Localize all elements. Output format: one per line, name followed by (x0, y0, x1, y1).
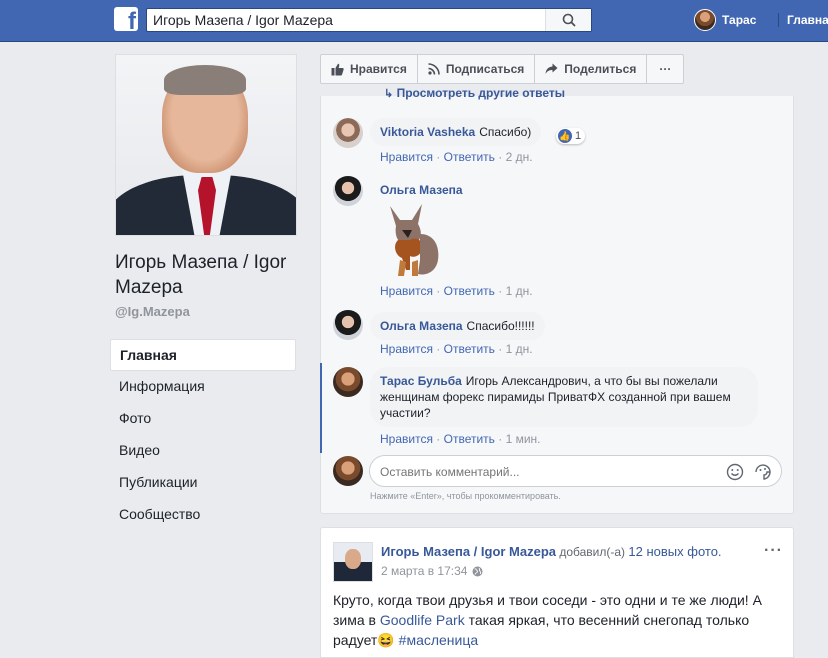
comment-reply-link[interactable]: Ответить (444, 432, 495, 446)
post-timestamp[interactable]: 2 марта в 17:34 (381, 564, 467, 578)
page-title[interactable]: Игорь Мазепа / Igor Mazepa (115, 250, 300, 300)
place-link[interactable]: Goodlife Park (380, 612, 465, 628)
menu-item-info[interactable]: Информация (110, 371, 296, 403)
post-card: Игорь Мазепа / Igor Mazepa добавил(-а) 1… (320, 527, 794, 658)
comment-text: Спасибо!!!!!! (466, 319, 535, 333)
left-column: Игорь Мазепа / Igor Mazepa @Ig.Mazepa Гл… (110, 54, 300, 531)
like-reaction-icon: 👍 (558, 129, 572, 143)
post-menu-button[interactable]: ··· (764, 542, 783, 560)
profile-photo[interactable] (115, 54, 297, 236)
profile-link[interactable]: Тарас (694, 9, 756, 31)
comment-meta: Нравится · Ответить · 2 дн. (380, 150, 533, 164)
reply-arrow-icon: ↳ (384, 88, 394, 100)
comment-author[interactable]: Viktoria Vasheka (380, 125, 475, 139)
follow-button[interactable]: Подписаться (418, 55, 536, 83)
comment-like-link[interactable]: Нравится (380, 284, 433, 298)
post-photos-link[interactable]: 12 новых фото. (628, 544, 721, 559)
top-bar: f Тарас Главна (0, 0, 828, 42)
new-comment-highlight (320, 363, 322, 453)
post-text: Круто, когда твои друзья и твои соседи -… (333, 592, 762, 648)
avatar[interactable] (333, 176, 363, 206)
search-input[interactable] (147, 9, 547, 31)
share-arrow-icon (545, 63, 558, 74)
comment-bubble: Ольга Мазепа Спасибо!!!!!! (370, 312, 545, 340)
home-link[interactable]: Главна (778, 13, 828, 27)
post-time: 2 марта в 17:34 (381, 564, 483, 578)
comment-time[interactable]: 1 мин. (506, 432, 541, 446)
post-author-avatar[interactable] (333, 542, 373, 582)
avatar (333, 456, 363, 486)
comment-hint: Нажмите «Enter», чтобы прокомментировать… (370, 491, 561, 501)
menu-item-posts[interactable]: Публикации (110, 467, 296, 499)
menu-item-home[interactable]: Главная (110, 339, 296, 371)
comment-input[interactable] (380, 463, 700, 481)
view-more-replies-link[interactable]: ↳ Просмотреть другие ответы (384, 86, 565, 100)
more-options-button[interactable]: ··· (647, 55, 683, 83)
comment-like-link[interactable]: Нравится (380, 342, 433, 356)
post-header: Игорь Мазепа / Igor Mazepa добавил(-а) 1… (381, 544, 722, 559)
search-icon (562, 13, 576, 27)
reaction-count: 1 (575, 130, 582, 142)
comment-like-link[interactable]: Нравится (380, 432, 433, 446)
comment-text: Спасибо) (479, 125, 532, 139)
comment: Ольга Мазепа Спасибо!!!!!! (370, 312, 545, 340)
comment-reply-link[interactable]: Ответить (444, 284, 495, 298)
follow-label: Подписаться (445, 62, 525, 76)
menu-item-videos[interactable]: Видео (110, 435, 296, 467)
user-name: Тарас (722, 13, 757, 27)
comment-bubble: Тарас Бульба Игорь Александрович, а что б… (370, 367, 758, 427)
comment-input-box (369, 455, 782, 487)
reaction-badge[interactable]: 👍 1 (556, 128, 586, 144)
comment-like-link[interactable]: Нравится (380, 150, 433, 164)
like-page-label: Нравится (350, 62, 407, 76)
comment-reply-link[interactable]: Ответить (444, 342, 495, 356)
like-page-button[interactable]: Нравится (321, 55, 418, 83)
comment: Ольга Мазепа (380, 183, 463, 197)
rss-icon (428, 63, 440, 75)
post-action: добавил(-а) (559, 545, 626, 559)
comment-reply-link[interactable]: Ответить (444, 150, 495, 164)
sticker-icon[interactable] (754, 463, 772, 481)
user-avatar (694, 9, 716, 31)
share-label: Поделиться (564, 62, 637, 76)
comment-time[interactable]: 2 дн. (506, 150, 533, 164)
comment-meta: Нравится · Ответить · 1 дн. (380, 284, 533, 298)
page-action-bar: Нравится Подписаться Поделиться ··· (320, 54, 685, 84)
avatar[interactable] (333, 118, 363, 148)
thumbs-up-icon (331, 63, 344, 75)
search-button[interactable] (545, 9, 591, 31)
facebook-logo[interactable]: f (114, 7, 138, 31)
hashtag-link[interactable]: #масленица (399, 632, 479, 648)
comment-meta: Нравится · Ответить · 1 мин. (380, 432, 541, 446)
comment-time[interactable]: 1 дн. (506, 284, 533, 298)
comment: Viktoria Vasheka Спасибо) (370, 118, 542, 146)
menu-item-community[interactable]: Сообщество (110, 499, 296, 531)
page-menu: Главная Информация Фото Видео Публикации… (110, 339, 296, 531)
comment-meta: Нравится · Ответить · 1 дн. (380, 342, 533, 356)
search-box (146, 8, 592, 32)
emoji-icon[interactable] (726, 463, 744, 481)
comment-author[interactable]: Тарас Бульба (380, 374, 462, 388)
share-button[interactable]: Поделиться (535, 55, 648, 83)
post-author[interactable]: Игорь Мазепа / Igor Mazepa (381, 544, 556, 559)
avatar[interactable] (333, 310, 363, 340)
fox-sticker-icon[interactable] (380, 200, 442, 280)
menu-item-photos[interactable]: Фото (110, 403, 296, 435)
comment-time[interactable]: 1 дн. (506, 342, 533, 356)
comment-bubble: Viktoria Vasheka Спасибо) (370, 118, 542, 146)
avatar[interactable] (333, 367, 363, 397)
comment-author[interactable]: Ольга Мазепа (380, 319, 463, 333)
comment-author[interactable]: Ольга Мазепа (380, 183, 463, 197)
page-handle[interactable]: @Ig.Mazepa (115, 304, 300, 319)
more-dots-icon: ··· (659, 62, 672, 76)
globe-icon[interactable] (472, 566, 483, 577)
comment: Тарас Бульба Игорь Александрович, а что б… (370, 367, 758, 427)
smiley-emoji-icon: 😆 (377, 632, 395, 648)
